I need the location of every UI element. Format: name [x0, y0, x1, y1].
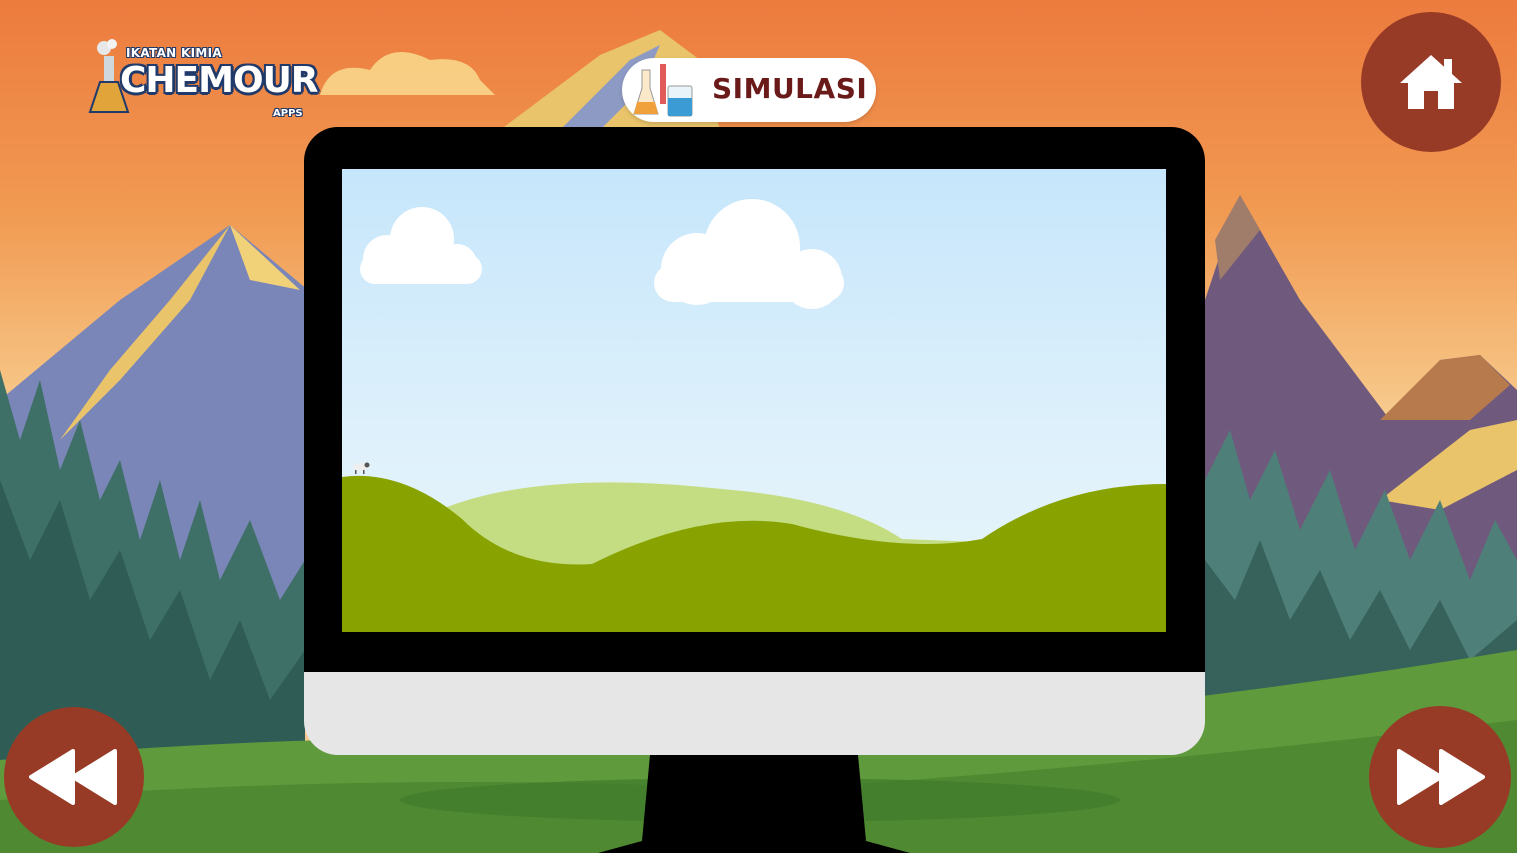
app-stage: IKATAN KIMIA CHEMOUR APPS SIMULASI: [0, 0, 1517, 853]
home-icon: [1400, 55, 1462, 109]
previous-button[interactable]: [4, 707, 144, 847]
lab-glassware-icon: [633, 64, 693, 117]
sheep-figure: [353, 462, 370, 474]
chemour-logo: IKATAN KIMIA CHEMOUR APPS: [88, 38, 328, 128]
rewind-icon: [29, 749, 117, 805]
simulation-scene: [342, 199, 1166, 632]
logo-sub-text: APPS: [273, 108, 303, 119]
simulation-monitor: [304, 127, 1205, 755]
simulation-screen[interactable]: [342, 169, 1166, 632]
cloud-small: [360, 207, 482, 284]
next-button[interactable]: [1369, 706, 1511, 848]
home-button[interactable]: [1361, 12, 1501, 152]
monitor-chin: [304, 672, 1205, 755]
page-title: SIMULASI: [712, 72, 868, 105]
logo-main-text: CHEMOUR: [120, 60, 319, 101]
logo-top-text: IKATAN KIMIA: [126, 46, 222, 60]
page-title-pill: SIMULASI: [622, 58, 876, 122]
fast-forward-icon: [1397, 749, 1485, 805]
cloud-large: [654, 199, 844, 309]
monitor-stand: [598, 755, 910, 853]
